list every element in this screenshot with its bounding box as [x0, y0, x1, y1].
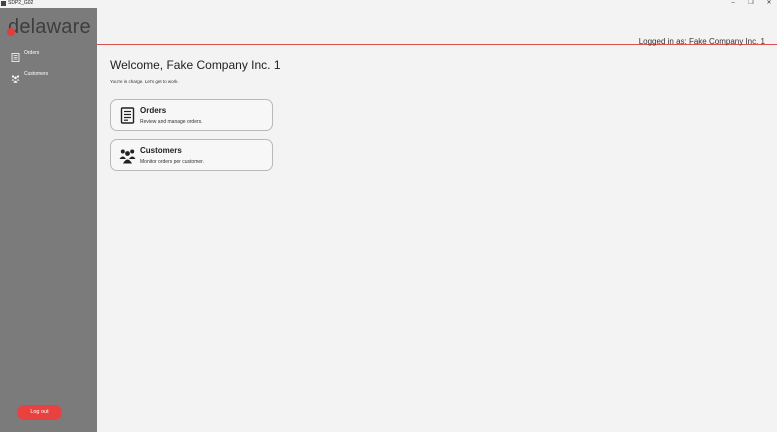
orders-card[interactable]: Orders Review and manage orders.: [110, 99, 273, 131]
customers-group-icon: [119, 147, 136, 164]
logo-text: delaware: [8, 16, 91, 38]
sidebar-item-customers[interactable]: Customers: [0, 67, 97, 83]
main-content: Logged in as: Fake Company Inc. 1 Welcom…: [97, 8, 777, 432]
window-titlebar: SDP2_G02 – ❐ ✕: [0, 0, 777, 8]
app-icon: [1, 1, 6, 6]
minimize-button[interactable]: –: [725, 0, 741, 8]
sidebar: delaware Orders Customers Log out: [0, 8, 97, 432]
card-title: Orders: [140, 106, 167, 115]
page-title: Welcome, Fake Company Inc. 1: [110, 58, 281, 72]
orders-document-icon: [11, 49, 20, 62]
card-description: Monitor orders per customer.: [140, 159, 204, 165]
customers-card[interactable]: Customers Monitor orders per customer.: [110, 139, 273, 171]
customers-group-icon: [11, 70, 20, 83]
logo-dot: [7, 28, 15, 36]
sidebar-item-orders[interactable]: Orders: [0, 46, 97, 62]
card-description: Review and manage orders.: [140, 119, 203, 125]
logout-button[interactable]: Log out: [17, 405, 62, 420]
close-button[interactable]: ✕: [761, 0, 777, 8]
logged-in-label: Logged in as: Fake Company Inc. 1: [638, 37, 765, 46]
delaware-logo: delaware: [4, 16, 94, 38]
sidebar-item-label: Orders: [24, 50, 40, 56]
maximize-button[interactable]: ❐: [743, 0, 759, 8]
orders-document-icon: [119, 107, 136, 124]
sidebar-item-label: Customers: [24, 71, 49, 77]
header-bar: Logged in as: Fake Company Inc. 1: [97, 8, 777, 46]
page-subtitle: You're in charge. Let's get to work.: [110, 79, 179, 84]
card-title: Customers: [140, 146, 182, 155]
window-title: SDP2_G02: [8, 0, 34, 6]
